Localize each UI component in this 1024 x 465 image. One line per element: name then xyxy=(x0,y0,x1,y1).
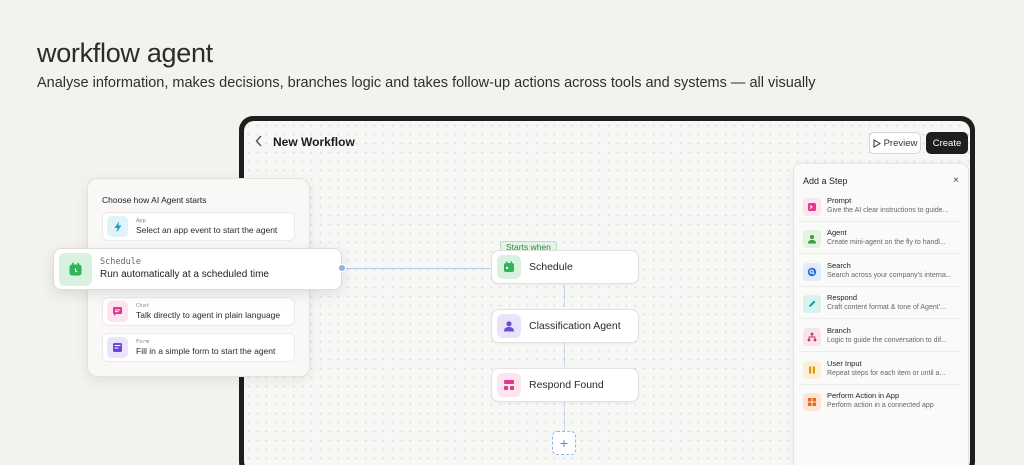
step-description: Craft content format & tone of Agent'... xyxy=(827,304,946,311)
close-icon[interactable]: × xyxy=(953,175,959,186)
grid-icon xyxy=(803,393,821,411)
step-name: Perform Action in App xyxy=(827,391,900,400)
connector-line xyxy=(564,284,565,307)
step-description: Give the AI clear instructions to guide.… xyxy=(827,207,949,214)
node-label: Schedule xyxy=(529,261,573,273)
step-name: Search xyxy=(827,261,851,270)
connector-line xyxy=(564,402,565,431)
option-chat[interactable]: Chat Talk directly to agent in plain lan… xyxy=(102,297,295,326)
workflow-title: New Workflow xyxy=(273,135,355,149)
step-description: Repeat steps for each item or until a... xyxy=(827,370,946,377)
person-icon xyxy=(497,314,521,338)
option-label: Run automatically at a scheduled time xyxy=(100,269,269,280)
workflow-canvas: New Workflow Preview Create Starts when … xyxy=(244,121,970,465)
step-name: User Input xyxy=(827,359,862,368)
option-label: Talk directly to agent in plain language xyxy=(136,310,281,320)
step-agent[interactable]: Agent Create mini-agent on the fly to ha… xyxy=(799,224,961,254)
chat-icon xyxy=(107,301,128,322)
preview-button[interactable]: Preview xyxy=(869,132,921,154)
step-branch[interactable]: Branch Logic to guide the conversation t… xyxy=(799,322,961,352)
connector-line xyxy=(344,268,490,269)
start-card-title: Choose how AI Agent starts xyxy=(102,195,207,205)
connector-line xyxy=(564,342,565,367)
step-name: Respond xyxy=(827,293,858,302)
form-icon xyxy=(107,337,128,358)
add-step-panel: Add a Step × Prompt Give the AI clear in… xyxy=(793,163,969,465)
option-label: Fill in a simple form to start the agent xyxy=(136,346,276,356)
option-label: Select an app event to start the agent xyxy=(136,225,278,235)
step-description: Search across your company's interna... xyxy=(827,272,952,279)
option-schedule-selected[interactable]: Schedule Run automatically at a schedule… xyxy=(53,248,342,290)
device-frame: New Workflow Preview Create Starts when … xyxy=(239,116,975,465)
prompt-icon xyxy=(803,198,821,216)
calendar-icon xyxy=(59,252,92,286)
play-icon xyxy=(873,138,881,148)
step-user-input[interactable]: User Input Repeat steps for each item or… xyxy=(799,355,961,385)
hero-subtitle: Analyse information, makes decisions, br… xyxy=(37,75,816,91)
preview-button-label: Preview xyxy=(883,137,918,149)
step-search[interactable]: Search Search across your company's inte… xyxy=(799,257,961,287)
step-description: Create mini-agent on the fly to handl... xyxy=(827,239,946,246)
pause-icon xyxy=(803,361,821,379)
bolt-icon xyxy=(107,216,128,237)
option-form[interactable]: Form Fill in a simple form to start the … xyxy=(102,333,295,362)
step-prompt[interactable]: Prompt Give the AI clear instructions to… xyxy=(799,192,961,222)
hero-title: workflow agent xyxy=(37,38,213,68)
node-label: Classification Agent xyxy=(529,320,621,332)
node-respond-found[interactable]: Respond Found xyxy=(491,368,639,402)
branch-icon xyxy=(803,328,821,346)
option-tag: Chat xyxy=(136,303,150,309)
option-app[interactable]: App Select an app event to start the age… xyxy=(102,212,295,241)
respond-icon xyxy=(497,373,521,397)
calendar-icon xyxy=(497,255,521,279)
step-name: Prompt xyxy=(827,196,852,205)
chevron-left-icon[interactable] xyxy=(255,135,265,147)
agent-icon xyxy=(803,230,821,248)
option-tag: Schedule xyxy=(100,257,141,267)
add-step-button[interactable]: + xyxy=(552,431,576,455)
node-schedule[interactable]: Schedule xyxy=(491,250,639,284)
connection-handle[interactable] xyxy=(338,264,346,272)
node-classification-agent[interactable]: Classification Agent xyxy=(491,309,639,343)
option-tag: App xyxy=(136,218,146,224)
pencil-icon xyxy=(803,295,821,313)
option-tag: Form xyxy=(136,339,150,345)
step-name: Agent xyxy=(827,228,847,237)
create-button[interactable]: Create xyxy=(926,132,968,154)
search-icon xyxy=(803,263,821,281)
step-perform-action[interactable]: Perform Action in App Perform action in … xyxy=(799,387,961,417)
step-description: Perform action in a connected app xyxy=(827,402,934,409)
panel-title: Add a Step xyxy=(803,176,848,186)
node-label: Respond Found xyxy=(529,379,604,391)
step-description: Logic to guide the conversation to dif..… xyxy=(827,337,947,344)
step-name: Branch xyxy=(827,326,851,335)
step-respond[interactable]: Respond Craft content format & tone of A… xyxy=(799,289,961,319)
